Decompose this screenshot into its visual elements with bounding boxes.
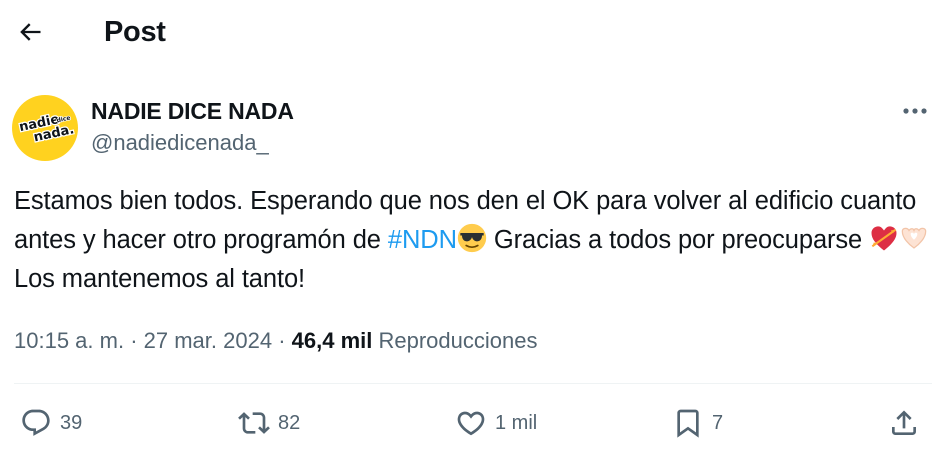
tweet-text-part: Gracias a todos por preocuparse: [486, 226, 870, 254]
brand-logo-icon: nadie dice nada.: [17, 111, 77, 147]
heart-icon: [457, 411, 485, 436]
sunglasses-emoji-icon: [457, 223, 487, 253]
more-options-button[interactable]: [897, 96, 933, 126]
arrow-left-icon: [20, 23, 41, 41]
tweet-text-part: Los mantenemos al tanto!: [14, 265, 306, 293]
repost-button[interactable]: 82: [238, 398, 300, 448]
back-button[interactable]: [12, 14, 48, 50]
author-name[interactable]: NADIE DICE NADA: [91, 98, 294, 125]
tweet-time[interactable]: 10:15 a. m.: [14, 328, 124, 353]
header: Post: [0, 0, 950, 70]
meta-separator: ·: [124, 328, 144, 353]
repost-count: 82: [278, 411, 301, 434]
reply-icon: [22, 409, 50, 436]
share-button[interactable]: [888, 398, 920, 448]
divider: [14, 383, 932, 384]
views-count: 46,4 mil: [291, 328, 373, 353]
reply-count: 39: [60, 411, 83, 434]
bookmark-button[interactable]: 7: [672, 398, 723, 448]
views-label: Reproducciones: [378, 328, 538, 353]
author-handle[interactable]: @nadiedicenada_: [91, 130, 269, 156]
bookmark-count: 7: [712, 411, 724, 434]
tweet-meta: 10:15 a. m. · 27 mar. 2024 · 46,4 mil Re…: [14, 328, 537, 354]
reply-button[interactable]: 39: [20, 398, 82, 448]
repost-icon: [238, 412, 270, 434]
tweet-text: Estamos bien todos. Esperando que nos de…: [14, 182, 939, 299]
heart-hands-emoji-icon: [901, 227, 927, 249]
like-button[interactable]: 1 mil: [455, 398, 537, 448]
tweet-date[interactable]: 27 mar. 2024: [144, 328, 272, 353]
action-bar: 39 82 1 mil 7: [0, 398, 950, 448]
meta-separator: ·: [272, 328, 292, 353]
share-icon: [892, 410, 916, 435]
heart-with-arrow-emoji-icon: [871, 226, 897, 251]
avatar[interactable]: nadie dice nada.: [12, 95, 78, 161]
hashtag-link[interactable]: #NDN: [388, 226, 457, 254]
page-title: Post: [104, 16, 166, 48]
like-count: 1 mil: [495, 411, 538, 434]
more-horizontal-icon: [903, 108, 927, 114]
bookmark-icon: [677, 409, 699, 438]
